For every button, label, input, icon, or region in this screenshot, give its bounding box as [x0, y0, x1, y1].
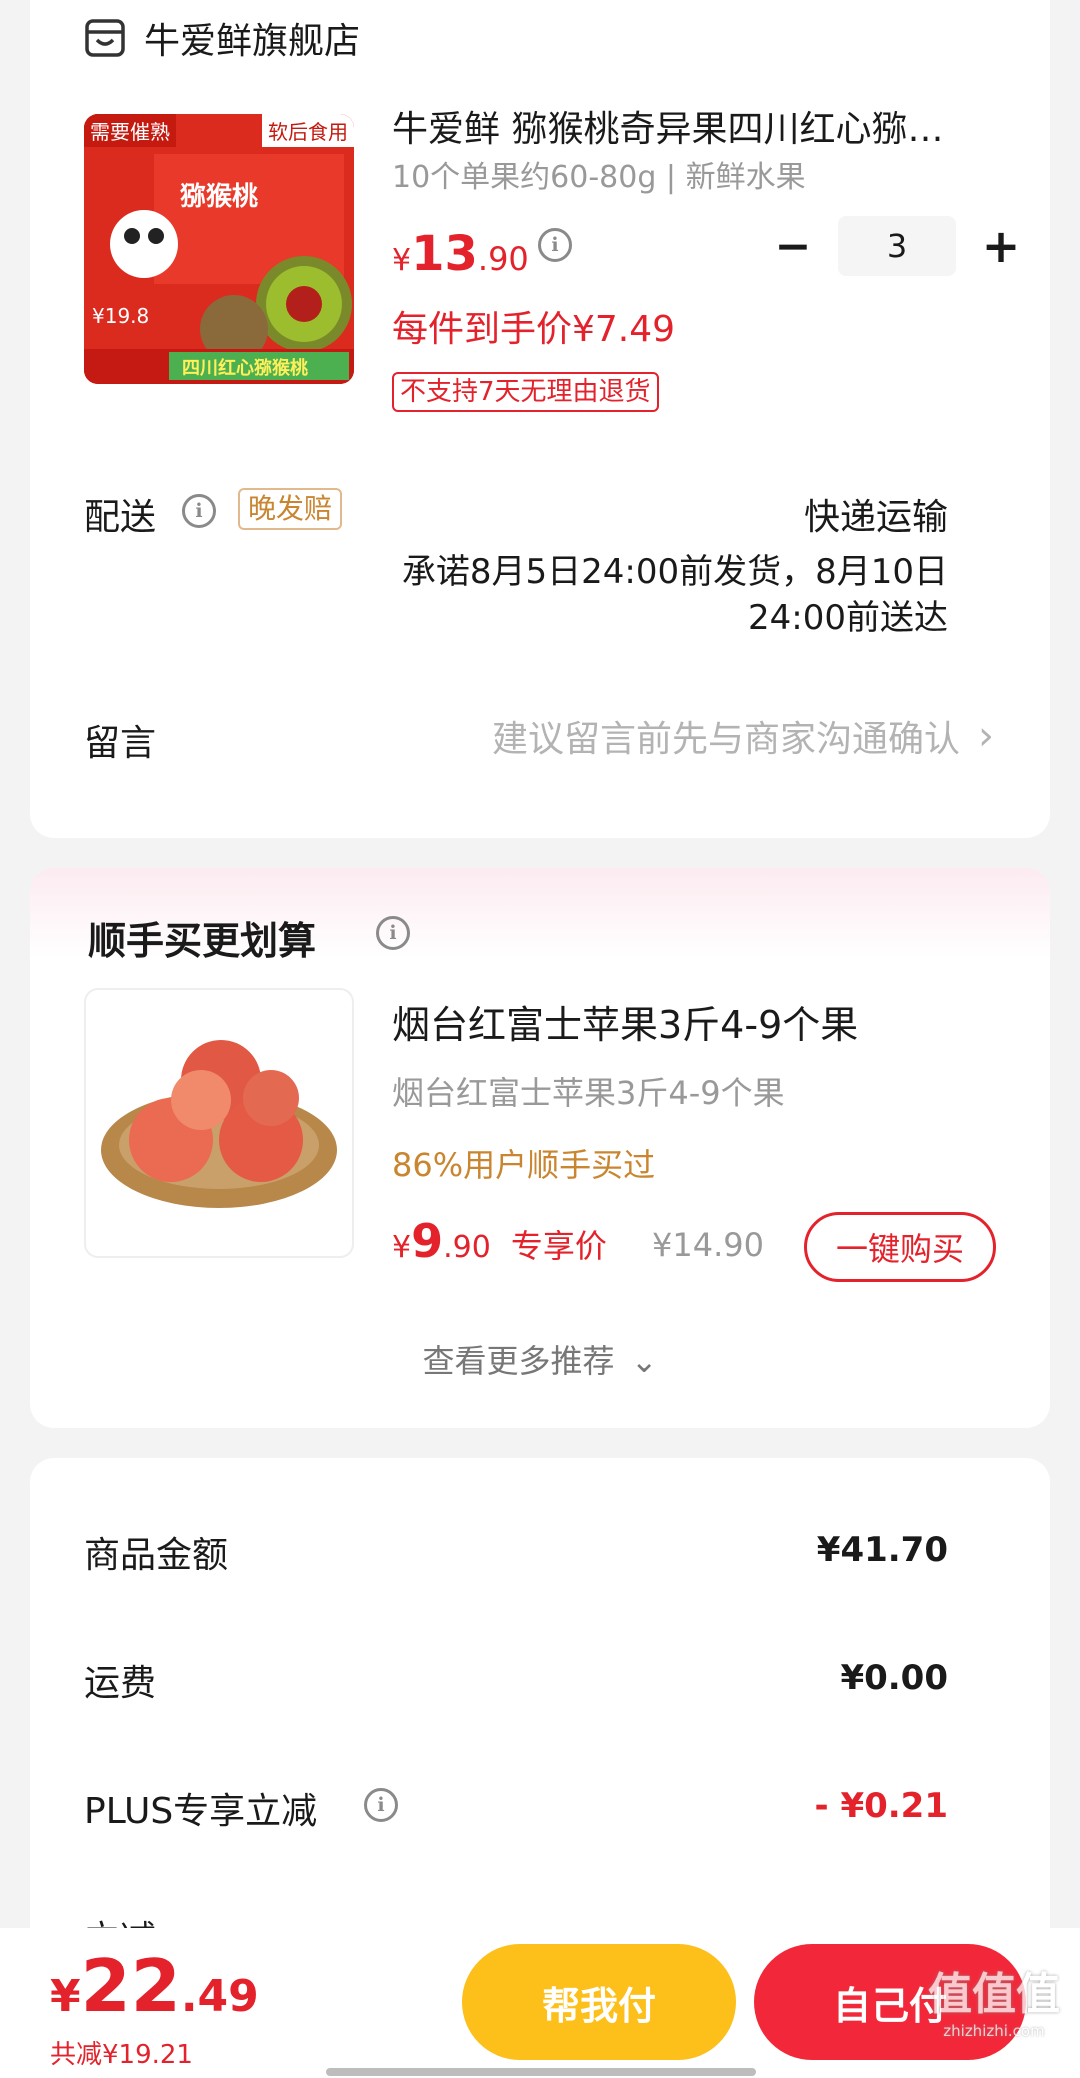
checkout-bar: ¥ 22 .49 共减¥19.21 帮我付 自己付 值值值 zhizhizhi.… — [0, 1928, 1080, 2078]
price-integer: 13 — [411, 226, 478, 282]
image-tag-right: 软后食用 — [262, 114, 354, 147]
store-header[interactable]: 牛爱鲜旗舰店 — [84, 12, 360, 64]
summary-row-value: - ¥0.21 — [814, 1786, 949, 1826]
summary-row-value: ¥41.70 — [816, 1530, 948, 1570]
total-symbol: ¥ — [50, 1971, 81, 2022]
product-price: ¥ 13 .90 — [392, 226, 529, 282]
recommend-item-title[interactable]: 烟台红富士苹果3斤4-9个果 — [392, 994, 858, 1049]
chevron-right-icon: › — [978, 713, 994, 759]
recommend-price-decimal: .90 — [443, 1230, 491, 1265]
recommend-item-subtitle: 烟台红富士苹果3斤4-9个果 — [392, 1074, 785, 1112]
one-click-buy-button[interactable]: 一键购买 — [804, 1212, 996, 1282]
return-policy-tag: 不支持7天无理由退货 — [392, 372, 659, 412]
store-icon — [85, 19, 125, 57]
message-input[interactable]: 建议留言前先与商家沟通确认 › — [492, 710, 994, 762]
recommend-price-symbol: ¥ — [392, 1230, 412, 1265]
watermark-text: 值值值 — [928, 1969, 1060, 2020]
late-compensation-badge[interactable]: 晚发赔 — [238, 488, 343, 530]
product-title[interactable]: 牛爱鲜 猕猴桃奇异果四川红心猕… — [392, 100, 1012, 152]
increase-button[interactable]: + — [966, 219, 1036, 273]
kiwi-box-image — [84, 114, 354, 384]
decrease-button[interactable]: − — [758, 221, 828, 272]
recommend-price-tag: 专享价 — [510, 1227, 607, 1265]
delivery-info-icon[interactable]: i — [182, 494, 216, 528]
price-symbol: ¥ — [392, 243, 412, 278]
view-more-label: 查看更多推荐 — [422, 1342, 615, 1380]
price-info-icon[interactable]: i — [538, 228, 572, 262]
recommend-item-stat: 86%用户顺手买过 — [392, 1146, 656, 1184]
apple-basket-image — [101, 1040, 337, 1208]
image-bottom-label: 四川红心猕猴桃 — [182, 358, 308, 379]
order-item-card: 牛爱鲜旗舰店 需要催熟 软后食用 猕猴桃 ¥19.8 四川红心猕猴桃 牛爱鲜 猕… — [30, 0, 1050, 838]
delivery-promise-line2: 24:00前送达 — [748, 598, 948, 638]
quantity-stepper: − 3 + — [758, 216, 1036, 276]
unit-price: 每件到手价¥7.49 — [392, 309, 676, 350]
total-decimal: .49 — [180, 1971, 259, 2022]
total-integer: 22 — [80, 1944, 181, 2028]
recommend-card: 顺手买更划算 i 烟台红富士苹果3斤4-9个果 烟台红富士苹果3斤4-9个果 8… — [30, 868, 1050, 1428]
summary-row-label: 运费 — [84, 1663, 157, 1704]
recommend-title: 顺手买更划算 — [88, 919, 317, 963]
recommend-price: ¥ 9 .90 专享价 — [392, 1214, 607, 1268]
help-pay-button[interactable]: 帮我付 — [462, 1944, 736, 2060]
recommend-info-icon[interactable]: i — [376, 916, 410, 950]
summary-row-label: 商品金额 — [84, 1535, 229, 1576]
home-indicator — [326, 2068, 756, 2076]
image-tag-left: 需要催熟 — [84, 114, 176, 147]
plus-discount-info-icon[interactable]: i — [364, 1788, 398, 1822]
quantity-input[interactable]: 3 — [838, 216, 956, 276]
image-price: ¥19.8 — [92, 304, 150, 328]
delivery-method: 快递运输 — [803, 497, 948, 538]
summary-row-value: ¥0.00 — [840, 1658, 948, 1698]
watermark-sub: zhizhizhi.com — [943, 2022, 1045, 2040]
summary-row-label: PLUS专享立减 — [84, 1791, 318, 1832]
recommend-item-image[interactable] — [84, 988, 354, 1258]
total-saved-text: 共减¥19.21 — [50, 2040, 193, 2070]
image-title: 猕猴桃 — [180, 182, 259, 212]
message-label: 留言 — [84, 723, 157, 764]
delivery-label: 配送 — [84, 497, 157, 538]
product-spec[interactable]: 10个单果约60-80g | 新鲜水果 — [392, 152, 806, 196]
watermark-logo: 值值值 zhizhizhi.com — [928, 1958, 1060, 2040]
view-more-recommend[interactable]: 查看更多推荐 ⌄ — [30, 1336, 1050, 1382]
delivery-promise-line1: 承诺8月5日24:00前发货，8月10日 — [401, 552, 948, 592]
total-price: ¥ 22 .49 — [50, 1944, 259, 2028]
total-saved: 共减¥19.21 — [50, 2034, 193, 2071]
recommend-original-price: ¥14.90 — [652, 1226, 764, 1264]
price-decimal: .90 — [477, 240, 529, 278]
chevron-down-icon: ⌄ — [630, 1342, 658, 1380]
product-image[interactable]: 需要催熟 软后食用 猕猴桃 ¥19.8 四川红心猕猴桃 — [84, 114, 354, 384]
message-placeholder: 建议留言前先与商家沟通确认 — [491, 719, 960, 760]
store-name: 牛爱鲜旗舰店 — [144, 21, 361, 62]
recommend-price-integer: 9 — [411, 1214, 444, 1268]
